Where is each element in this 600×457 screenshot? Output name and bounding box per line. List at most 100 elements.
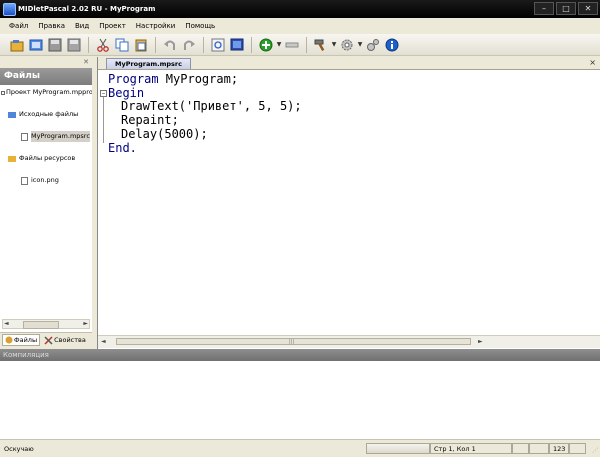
menu-bar: Файл Правка Вид Проект Настройки Помощь (0, 18, 600, 34)
status-cell (569, 443, 586, 454)
files-horizontal-scrollbar[interactable]: ◄ ► (2, 319, 90, 329)
open-file-icon[interactable] (28, 37, 44, 53)
folder-icon (8, 155, 16, 162)
editor-tabstrip: MyProgram.mpsrc × (98, 57, 600, 70)
files-panel-title: Файлы (0, 68, 92, 85)
code-line: Delay(5000); (121, 127, 208, 141)
save-icon[interactable] (47, 37, 63, 53)
tree-item-label: MyProgram.mpsrc (31, 131, 90, 142)
files-panel: ✕ Файлы Проект MyProgram.mpproj Исходные… (0, 57, 95, 347)
fold-collapse-icon[interactable]: – (100, 90, 107, 97)
files-tab-icon (5, 336, 13, 344)
file-icon (21, 133, 29, 141)
file-icon (21, 177, 29, 185)
compilation-output (0, 361, 600, 440)
maximize-button[interactable]: □ (556, 2, 576, 15)
code-keyword: Program (108, 72, 159, 86)
menu-settings[interactable]: Настройки (133, 21, 179, 31)
toolbar-separator (155, 36, 156, 53)
tools-icon[interactable] (365, 37, 381, 53)
tab-properties-label: Свойства (54, 336, 86, 344)
tree-item-project[interactable]: Проект MyProgram.mpproj (0, 87, 95, 98)
toolbar: ▼ ▼ ▼ (0, 34, 600, 56)
scrollbar-thumb[interactable]: ||| (116, 338, 471, 345)
tree-item-resource-file[interactable]: icon.png (0, 175, 92, 186)
paste-icon[interactable] (133, 37, 149, 53)
chevron-down-icon[interactable]: ▼ (357, 41, 363, 48)
code-line: Repaint; (121, 113, 179, 127)
status-cell (512, 443, 529, 454)
build-icon[interactable] (313, 37, 329, 53)
tree-expander-icon[interactable] (1, 91, 5, 95)
close-icon[interactable]: ✕ (83, 57, 89, 67)
find-icon[interactable] (210, 37, 226, 53)
menu-help[interactable]: Помощь (182, 21, 218, 31)
save-all-icon[interactable] (66, 37, 82, 53)
code-keyword: End. (108, 141, 137, 155)
tab-files-label: Файлы (14, 336, 38, 344)
tree-item-label: Файлы ресурсов (19, 154, 76, 162)
tree-item-label: icon.png (31, 176, 59, 184)
code-line: End. (108, 141, 137, 155)
toolbar-separator (203, 36, 204, 53)
code-line: Program MyProgram; (108, 72, 238, 86)
toolbar-separator (306, 36, 307, 53)
tree-item-source-file[interactable]: MyProgram.mpsrc (0, 131, 92, 142)
code-keyword: Begin (108, 86, 145, 100)
close-icon[interactable]: × (589, 57, 596, 68)
toolbar-separator (251, 36, 252, 53)
code-line: Begin (108, 86, 144, 100)
tab-myprogram[interactable]: MyProgram.mpsrc (106, 58, 191, 69)
close-window-button[interactable]: ✕ (578, 2, 598, 15)
resize-grip-icon[interactable]: ⋰ (592, 447, 598, 454)
chevron-down-icon[interactable]: ▼ (331, 41, 337, 48)
folder-icon (8, 111, 16, 118)
panel-tabs: Файлы Свойства (0, 332, 92, 347)
code-editor[interactable]: Program MyProgram; – Begin DrawText('При… (98, 70, 600, 335)
fold-guide (103, 97, 104, 143)
toolbar-separator (88, 36, 89, 53)
tree-item-sources-folder[interactable]: Исходные файлы (0, 109, 92, 120)
menu-project[interactable]: Проект (96, 21, 129, 31)
add-icon[interactable] (258, 37, 274, 53)
window-controls: – □ ✕ (534, 2, 598, 15)
minimize-button[interactable]: – (534, 2, 554, 15)
menu-edit[interactable]: Правка (35, 21, 68, 31)
tab-files[interactable]: Файлы (2, 334, 41, 346)
editor-area: MyProgram.mpsrc × Program MyProgram; – B… (97, 57, 600, 349)
properties-tab-icon (44, 335, 53, 345)
remove-icon[interactable] (284, 37, 300, 53)
code-text: MyProgram; (158, 72, 239, 86)
scrollbar-thumb[interactable] (23, 321, 59, 329)
tree-item-resources-folder[interactable]: Файлы ресурсов (0, 153, 92, 164)
progress-bar (366, 443, 430, 454)
compilation-header: Компиляция (0, 349, 600, 361)
scroll-left-icon[interactable]: ◄ (101, 338, 106, 346)
status-bar: Оскучаю Стр 1, Кол 1 123 ⋰ (0, 441, 600, 457)
redo-icon[interactable] (181, 37, 197, 53)
display-icon[interactable] (229, 37, 245, 53)
app-icon (3, 3, 16, 16)
tree-item-label: Проект MyProgram.mpproj (6, 88, 95, 96)
tab-properties[interactable]: Свойства (42, 335, 88, 346)
cut-icon[interactable] (95, 37, 111, 53)
status-cell (529, 443, 549, 454)
editor-horizontal-scrollbar[interactable]: ◄ ||| ► (98, 335, 600, 348)
menu-view[interactable]: Вид (72, 21, 92, 31)
menu-file[interactable]: Файл (6, 21, 31, 31)
scroll-right-icon[interactable]: ► (83, 320, 88, 328)
settings-icon[interactable] (339, 37, 355, 53)
copy-icon[interactable] (114, 37, 130, 53)
input-mode: 123 (549, 443, 569, 454)
window-title: MIDletPascal 2.02 RU - MyProgram (18, 5, 156, 13)
code-line: DrawText('Привет', 5, 5); (121, 99, 302, 113)
open-project-icon[interactable] (9, 37, 25, 53)
undo-icon[interactable] (162, 37, 178, 53)
chevron-down-icon[interactable]: ▼ (276, 41, 282, 48)
status-message: Оскучаю (4, 445, 34, 453)
scroll-right-icon[interactable]: ► (478, 338, 483, 346)
cursor-position: Стр 1, Кол 1 (430, 443, 512, 454)
info-icon[interactable] (384, 37, 400, 53)
scroll-left-icon[interactable]: ◄ (4, 320, 9, 328)
project-tree: Проект MyProgram.mpproj Исходные файлы M… (0, 87, 95, 185)
